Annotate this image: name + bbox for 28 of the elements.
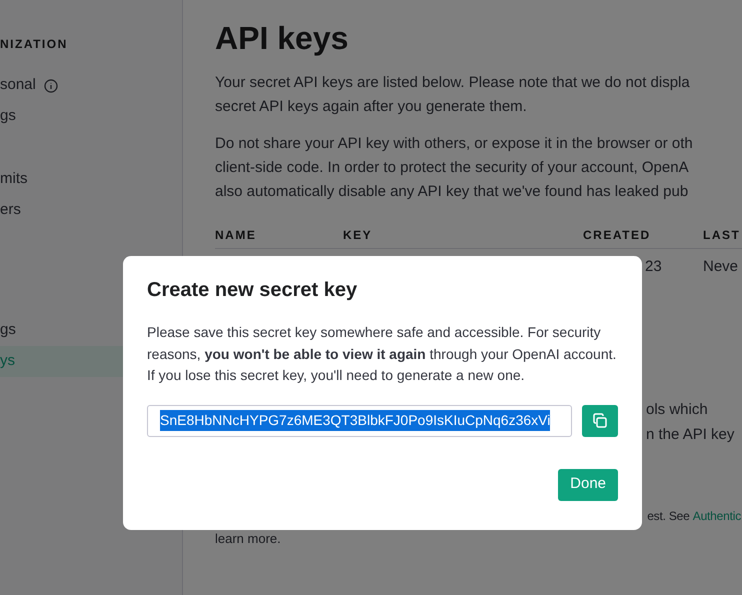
column-header: LAST (703, 227, 740, 244)
paragraph-line: est. See (647, 508, 691, 525)
sidebar-item[interactable]: sonal (0, 70, 182, 101)
table-cell-text: Neve (703, 256, 738, 277)
sidebar-item[interactable]: mits (0, 164, 182, 195)
sidebar-item[interactable]: ers (0, 195, 182, 226)
sidebar-item[interactable]: gs (0, 101, 182, 132)
copy-button[interactable] (582, 404, 618, 436)
info-icon (44, 78, 58, 92)
page-title: API keys (215, 19, 348, 58)
section-heading: NIZATION (0, 36, 68, 52)
paragraph-line: also automatically disable any API key that we've found has leaked pub (215, 182, 688, 202)
column-header: KEY (343, 227, 372, 244)
paragraph-line: n the API key (646, 425, 734, 445)
paragraph-line: learn more. (215, 530, 281, 548)
paragraph-line: ols which (646, 400, 708, 420)
paragraph-line: secret API keys again after you generate them. (215, 97, 527, 117)
column-header: CREATED (583, 227, 651, 244)
paragraph-line: client-side code. In order to protect the security of your account, OpenA (215, 158, 689, 178)
copy-icon (592, 412, 608, 428)
paragraph-line: Your secret API keys are listed below. Please note that we do not displa (215, 73, 690, 93)
done-button[interactable]: Done (558, 468, 618, 500)
authentication-link[interactable]: Authentic (692, 507, 741, 525)
dialog-title: Create new secret key (147, 278, 358, 302)
table-cell-text: 23 (645, 256, 662, 277)
column-header: NAME (215, 227, 256, 244)
paragraph-line: Do not share your API key with others, or expose it in the browser or oth (215, 134, 693, 154)
secret-key-field[interactable]: SnE8HbNNcHYPG7z6ME3QT3BlbkFJ0Po9IsKIuCpNq6z36xVi (147, 404, 572, 436)
